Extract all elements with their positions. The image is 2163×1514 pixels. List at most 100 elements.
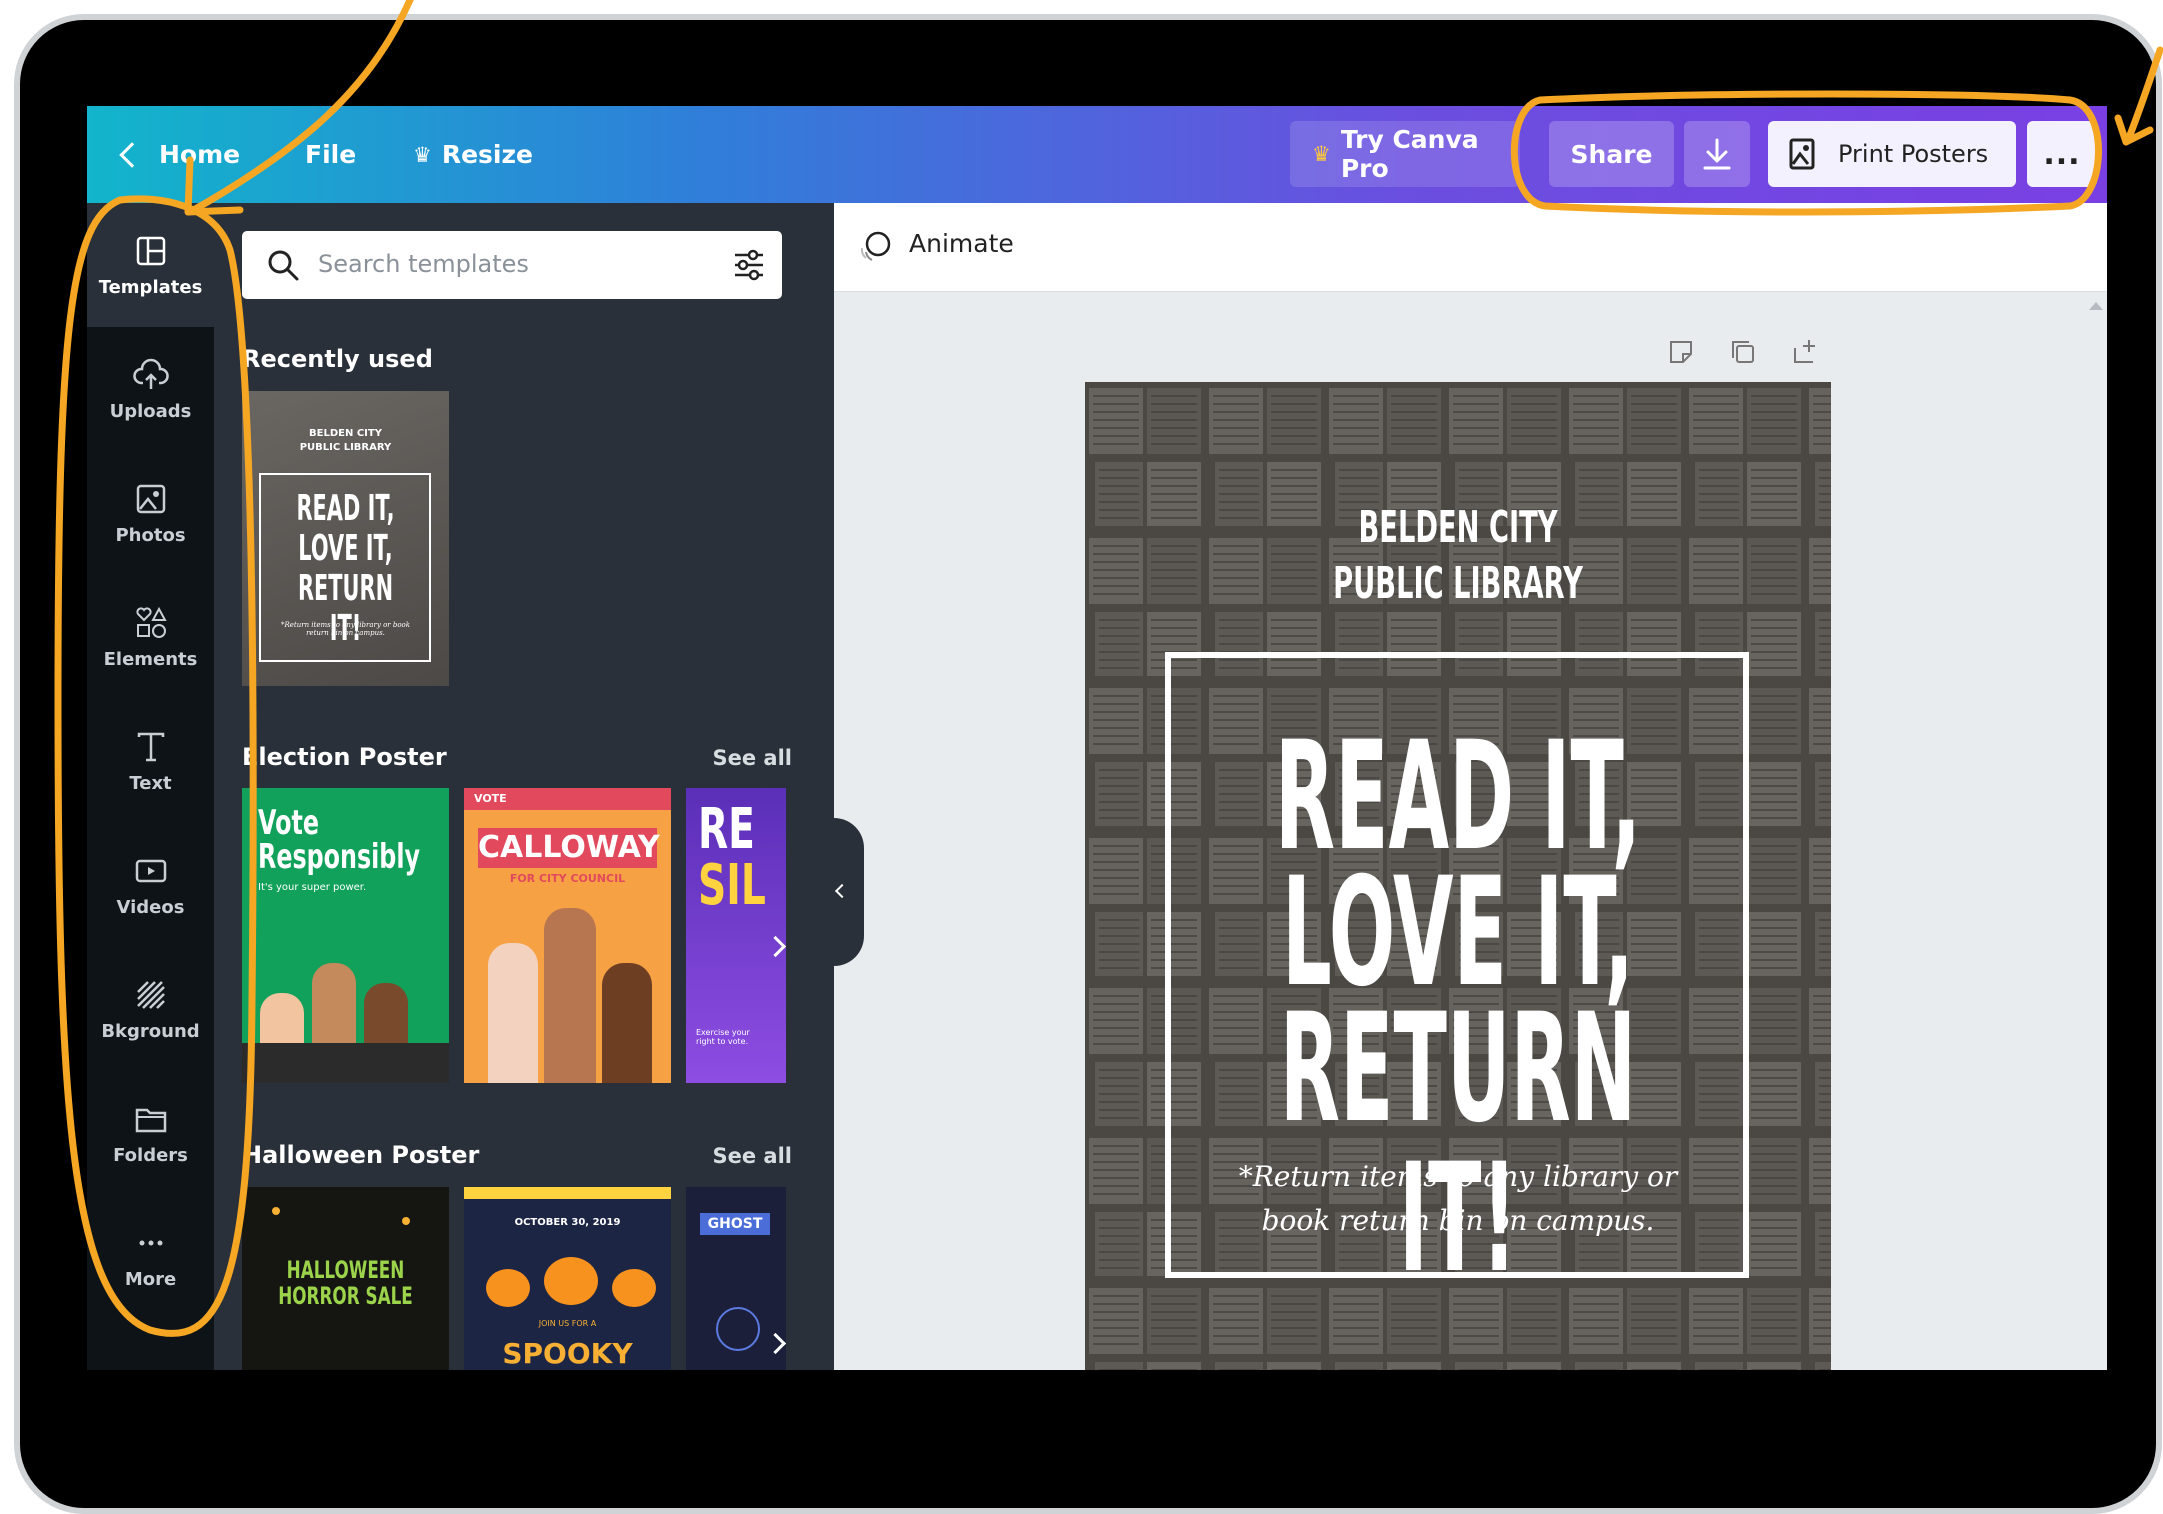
resize-label: Resize [441,140,533,169]
folder-icon [135,1108,166,1132]
collapse-panel-tab[interactable] [832,818,864,966]
sidebar-item-more[interactable]: More [87,1195,214,1319]
thumb-subtitle: HORROR SALE [278,1282,413,1310]
thumb-title: Vote [258,803,319,843]
scroll-up-arrow[interactable] [2089,302,2103,310]
left-sidebar: Templates Uploads Photos Elements Text V… [87,203,214,1370]
sidebar-item-label: Folders [113,1144,188,1166]
election-template-thumbnail[interactable]: VOTE CALLOWAY FOR CITY COUNCIL [464,788,671,1083]
sidebar-item-photos[interactable]: Photos [87,451,214,575]
thumb-subtitle: FOR CITY COUNCIL [509,872,626,885]
resize-button[interactable]: ♛ Resize [413,106,533,203]
animate-button[interactable] [856,227,896,267]
sidebar-item-label: Photos [115,524,186,546]
thumb-line2: PUBLIC LIBRARY [299,442,392,453]
thumb-caption: JOIN US FOR A [538,1319,597,1328]
see-all-halloween-link[interactable]: See all [713,1144,793,1168]
sidebar-item-label: More [124,1268,177,1290]
halloween-template-thumbnail[interactable]: OCTOBER 30, 2019 JOIN US FOR A SPOOKY [464,1187,671,1370]
sidebar-item-text[interactable]: Text [87,699,214,823]
thumb-date: OCTOBER 30, 2019 [514,1217,621,1228]
shapes-icon [135,606,167,638]
recently-used-heading: Recently used [242,345,433,373]
sidebar-item-label: Text [129,772,172,794]
chevron-left-icon [834,883,850,899]
sidebar-item-elements[interactable]: Elements [87,575,214,699]
sidebar-item-label: Elements [103,648,198,670]
thumb-title: SPOOKY [502,1337,633,1370]
thumb-headline-1: READ IT, [296,488,395,529]
see-all-election-link[interactable]: See all [713,746,793,770]
thumb-caption: It's your super power. [258,882,367,893]
thumb-note: *Return items to any library or book ret… [280,621,411,637]
try-pro-label: Try Canva Pro [1340,125,1479,183]
sidebar-item-uploads[interactable]: Uploads [87,327,214,451]
election-poster-heading: Election Poster [242,743,447,771]
crown-icon: ♛ [413,142,432,167]
text-icon [137,732,164,761]
templates-panel: Search templates Recently used BELDEN CI… [214,203,834,1370]
more-options-button[interactable]: ... [2027,121,2097,187]
thumb-title: CALLOWAY [478,828,660,868]
sidebar-item-videos[interactable]: Videos [87,823,214,947]
animate-label[interactable]: Animate [909,229,1014,258]
top-toolbar: Home File ♛ Resize ♛ Try Canva Pro Share [87,106,2107,203]
sidebar-item-templates[interactable]: Templates [87,203,214,327]
poster-canvas[interactable]: BELDEN CITY PUBLIC LIBRARY READ IT, LOVE… [1085,382,1831,1370]
crown-icon: ♛ [1312,142,1331,166]
ellipsis-icon [139,1240,162,1245]
more-options-icon: ... [2043,136,2081,172]
search-icon [268,250,299,281]
recent-template-thumbnail[interactable]: BELDEN CITY PUBLIC LIBRARY READ IT, LOVE… [242,391,449,686]
canva-editor-screen: Home File ♛ Resize ♛ Try Canva Pro Share [87,106,2107,1370]
duplicate-page-icon[interactable] [1729,338,1757,366]
sidebar-item-background[interactable]: Bkground [87,947,214,1071]
thumb-title: HALLOWEEN [286,1256,405,1284]
poster-library-line2[interactable]: PUBLIC LIBRARY [1227,556,1690,612]
share-button[interactable]: Share [1549,121,1674,187]
poster-note-line1[interactable]: *Return items to any library or [1085,1160,1831,1193]
halloween-poster-heading: Halloween Poster [242,1141,480,1169]
chevron-left-icon [119,141,145,168]
editor-toolbar: Animate [834,203,2107,292]
file-menu-button[interactable]: File [305,106,356,203]
share-label: Share [1570,139,1653,169]
download-icon [1703,138,1731,170]
sidebar-item-label: Uploads [109,400,192,422]
election-template-thumbnail[interactable]: RE SIL Exercise your right to vote. [686,788,786,1083]
search-input[interactable]: Search templates [242,231,782,299]
thumb-caption: Exercise your right to vote. [696,1028,750,1046]
print-posters-label: Print Posters [1838,140,1989,168]
thumb-title: GHOST [700,1213,770,1235]
poster-library-line1[interactable]: BELDEN CITY [1227,500,1690,556]
poster-headline-line3[interactable]: RETURN IT! [1242,994,1675,1294]
download-button[interactable] [1684,121,1750,187]
templates-icon [136,236,165,265]
home-button[interactable]: Home [119,106,241,203]
thumb-title: RE [698,797,755,862]
page-notes-icon[interactable] [1667,338,1695,366]
thumb-subtitle: SIL [698,853,766,918]
upload-cloud-icon [132,358,169,389]
file-label: File [305,140,357,169]
home-label: Home [159,140,241,169]
print-poster-icon [1789,138,1815,170]
halloween-template-thumbnail[interactable]: HALLOWEEN HORROR SALE [242,1187,449,1370]
sidebar-item-label: Videos [116,896,185,918]
thumb-line1: BELDEN CITY [309,428,382,439]
print-posters-button[interactable]: Print Posters [1768,121,2016,187]
sidebar-item-folders[interactable]: Folders [87,1071,214,1195]
sidebar-item-label: Templates [98,276,203,298]
animate-icon [860,231,891,261]
thumb-headline-2: LOVE IT, [298,528,393,569]
search-placeholder: Search templates [318,250,529,278]
video-icon [135,859,166,882]
poster-note-line2[interactable]: book return bin on campus. [1085,1204,1831,1237]
sidebar-item-label: Bkground [101,1020,200,1042]
thumb-headline-3: RETURN IT! [297,568,394,649]
thumb-subtitle: Responsibly [258,837,421,877]
try-canva-pro-button[interactable]: ♛ Try Canva Pro [1290,121,1520,187]
add-page-icon[interactable] [1791,338,1819,366]
filter-sliders-icon[interactable] [732,248,766,282]
election-template-thumbnail[interactable]: Vote Responsibly It's your super power. [242,788,449,1083]
